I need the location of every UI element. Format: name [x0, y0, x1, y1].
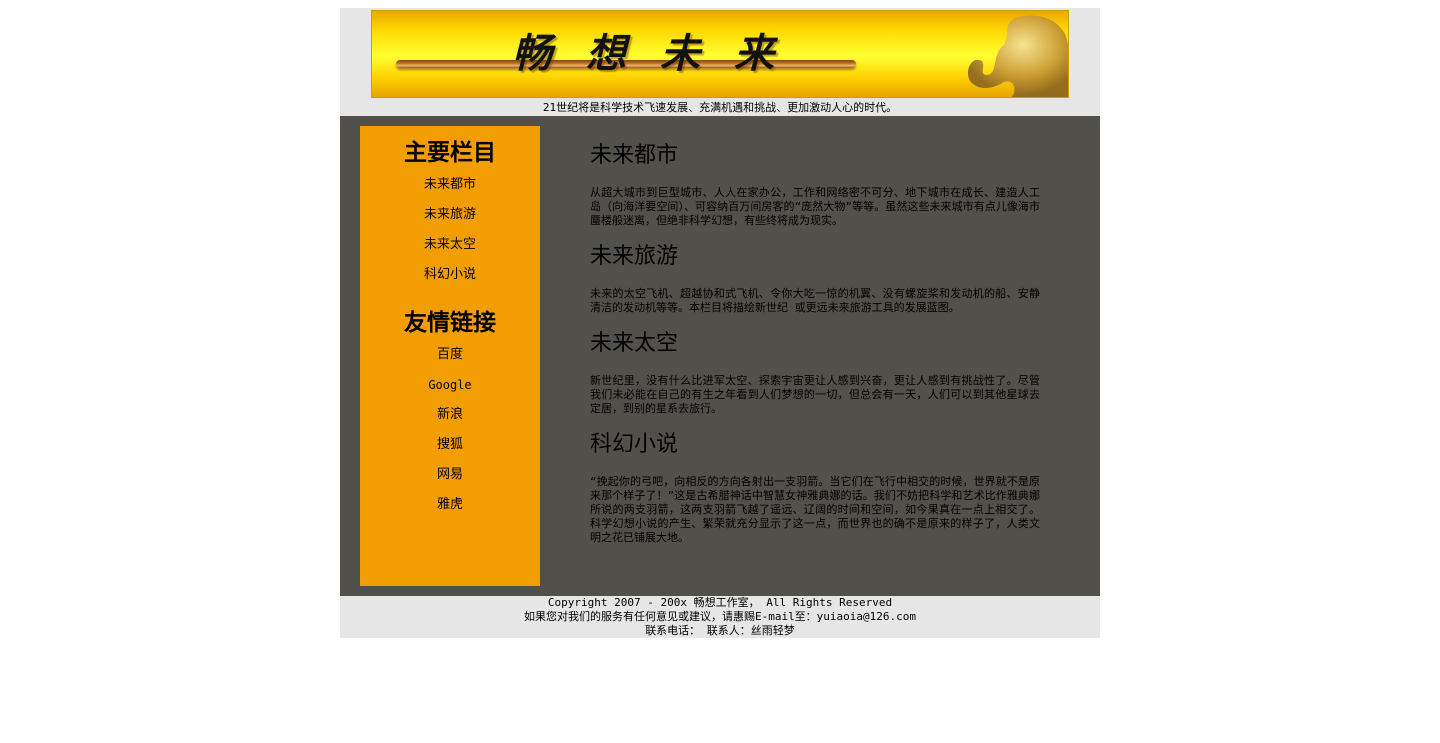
sidebar-item-sci-fi[interactable]: 科幻小说 — [360, 260, 540, 290]
link-sohu[interactable]: 搜狐 — [360, 430, 540, 460]
link-google[interactable]: Google — [360, 370, 540, 400]
main-area: 主要栏目 未来都市 未来旅游 未来太空 科幻小说 友情链接 百度 Google … — [340, 116, 1100, 596]
section-title: 科幻小说 — [590, 432, 679, 457]
sidebar-links-title: 友情链接 — [404, 309, 496, 336]
banner-image: 畅想未来 — [371, 10, 1069, 98]
link-baidu[interactable]: 百度 — [360, 340, 540, 370]
content: 未来都市 从超大城市到巨型城市、人人在家办公，工作和网络密不可分、地下城市在成长… — [590, 136, 1040, 545]
link-yahoo[interactable]: 雅虎 — [360, 490, 540, 520]
section-sci-fi: 科幻小说 “挽起你的弓吧，向相反的方向各射出一支羽箭。当它们在飞行中相交的时候，… — [590, 425, 1040, 545]
section-title: 未来太空 — [590, 331, 679, 356]
sidebar-item-future-space[interactable]: 未来太空 — [360, 230, 540, 260]
banner-title: 畅想未来 — [512, 30, 808, 77]
section-title: 未来都市 — [590, 143, 679, 168]
sidebar: 主要栏目 未来都市 未来旅游 未来太空 科幻小说 友情链接 百度 Google … — [360, 126, 540, 586]
sidebar-item-future-travel[interactable]: 未来旅游 — [360, 200, 540, 230]
section-text: 新世纪里，没有什么比进军太空、探索宇宙更让人感到兴奋，更让人感到有挑战性了。尽管… — [590, 374, 1040, 415]
footer-contact: 联系电话： 联系人：丝雨轻梦 — [645, 624, 795, 637]
section-text: 从超大城市到巨型城市、人人在家办公，工作和网络密不可分、地下城市在成长、建造人工… — [590, 186, 1040, 227]
footer-feedback: 如果您对我们的服务有任何意见或建议，请惠赐E-mail至：yuiaoia@126… — [523, 610, 917, 623]
section-future-travel: 未来旅游 未来的太空飞机、超越协和式飞机、令你大吃一惊的机翼、没有螺旋桨和发动机… — [590, 237, 1040, 324]
section-future-space: 未来太空 新世纪里，没有什么比进军太空、探索宇宙更让人感到兴奋，更让人感到有挑战… — [590, 324, 1040, 425]
tagline: 21世纪将是科学技术飞速发展、充满机遇和挑战、更加激动人心的时代。 — [542, 101, 898, 114]
section-text: 未来的太空飞机、超越协和式飞机、令你大吃一惊的机翼、没有螺旋桨和发动机的船、安静… — [590, 287, 1040, 314]
page-container: 畅想未来 21世纪将是科学技术飞速发展、充满机遇和挑战、更加激动人心的时代。 主… — [340, 8, 1100, 638]
section-title: 未来旅游 — [590, 244, 679, 269]
footer-copyright: Copyright 2007 - 200x 畅想工作室， All Rights … — [547, 596, 893, 609]
link-netease[interactable]: 网易 — [360, 460, 540, 490]
header: 畅想未来 21世纪将是科学技术飞速发展、充满机遇和挑战、更加激动人心的时代。 — [340, 8, 1100, 116]
section-text: “挽起你的弓吧，向相反的方向各射出一支羽箭。当它们在飞行中相交的时候，世界就不是… — [590, 475, 1040, 544]
sidebar-main-title: 主要栏目 — [404, 139, 496, 166]
banner-decoration-icon — [967, 15, 1068, 97]
sidebar-item-future-city[interactable]: 未来都市 — [360, 170, 540, 200]
footer: Copyright 2007 - 200x 畅想工作室， All Rights … — [340, 596, 1100, 638]
link-sina[interactable]: 新浪 — [360, 400, 540, 430]
section-future-city: 未来都市 从超大城市到巨型城市、人人在家办公，工作和网络密不可分、地下城市在成长… — [590, 136, 1040, 237]
